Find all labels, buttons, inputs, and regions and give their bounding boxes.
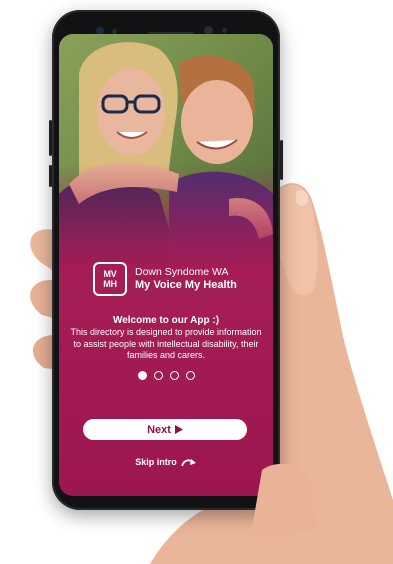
page-dot-3[interactable]: [169, 371, 179, 380]
iris-sensor-icon: [222, 28, 227, 33]
app-screen: MV MH Down Syndome WA My Voice My Health…: [59, 34, 273, 496]
org-name: Down Syndome WA: [135, 266, 229, 278]
welcome-heading: Welcome to our App :): [112, 315, 220, 326]
org-tagline: My Voice My Health: [135, 279, 237, 291]
skip-intro-label: Skip intro: [135, 457, 177, 467]
page-dot-4[interactable]: [185, 371, 195, 380]
page-dot-2[interactable]: [153, 371, 163, 380]
skip-intro-link[interactable]: Skip intro: [59, 457, 273, 467]
curved-arrow-icon: [180, 458, 196, 466]
page-indicator: [59, 371, 273, 380]
power-button: [280, 140, 283, 180]
logo-text-bottom: MH: [103, 279, 117, 289]
logo-text-top: MV: [103, 269, 117, 279]
next-button-label: Next: [147, 423, 171, 436]
intro-description: This directory is designed to provide in…: [70, 327, 262, 360]
volume-button: [49, 120, 52, 156]
next-button[interactable]: Next: [83, 419, 247, 440]
bixby-button: [49, 165, 52, 187]
mvmh-logo: MV MH: [93, 262, 127, 296]
play-triangle-icon: [174, 425, 183, 434]
page-dot-1[interactable]: [137, 371, 147, 380]
org-branding: MV MH Down Syndome WA My Voice My Health: [93, 262, 237, 296]
